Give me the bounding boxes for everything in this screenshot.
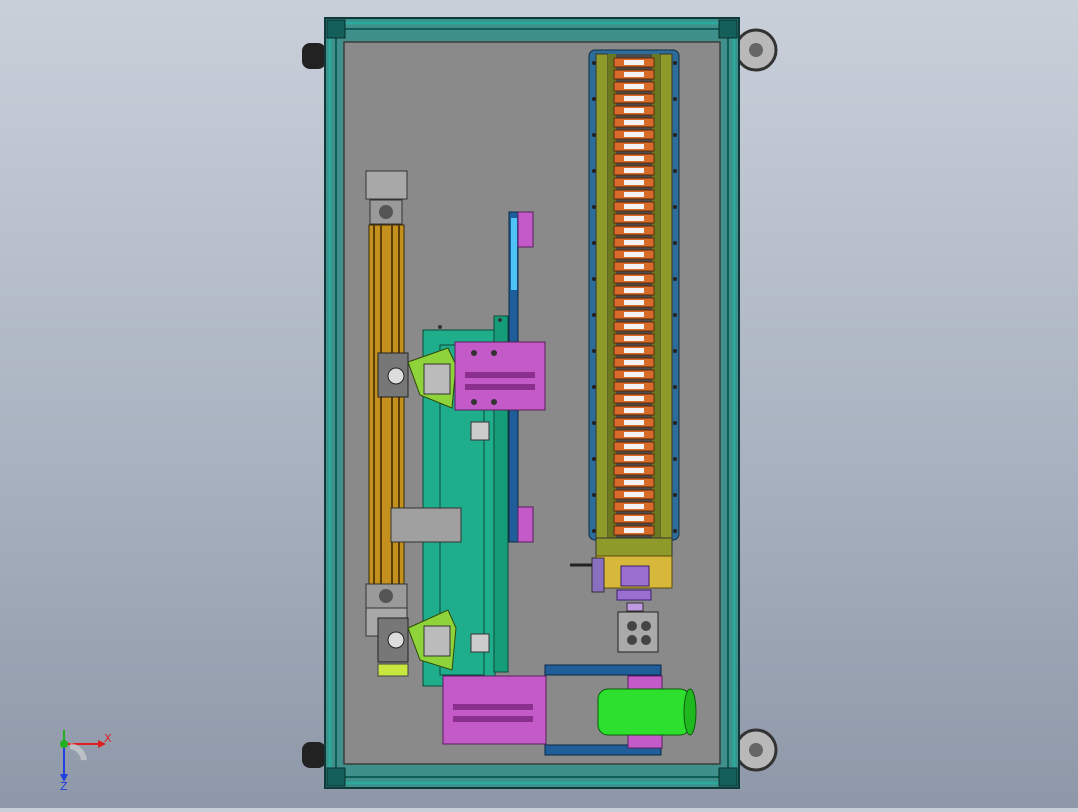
roller-highlight [624,336,644,341]
screw [673,457,677,461]
screw [673,205,677,209]
cad-viewport[interactable]: X Z [0,0,1078,808]
roller-highlight [624,396,644,401]
roller-highlight [624,288,644,293]
roller-highlight [624,300,644,305]
roller-highlight [624,264,644,269]
roller-highlight [624,276,644,281]
roller-highlight [624,180,644,185]
roller-highlight [624,324,644,329]
roller-highlight [624,468,644,473]
screw [592,457,596,461]
screw [673,421,677,425]
screw [592,385,596,389]
roller-highlight [624,192,644,197]
screw [592,169,596,173]
roller-highlight [624,492,644,497]
screw [592,349,596,353]
roller-highlight [624,408,644,413]
roller-highlight [624,72,644,77]
screw [673,169,677,173]
screw [673,385,677,389]
roller-highlight [624,432,644,437]
roller-highlight [624,228,644,233]
screw [592,421,596,425]
screw [673,133,677,137]
roller-conveyor [588,49,680,541]
triad-icon: X Z [60,730,112,793]
roller-highlight [624,156,644,161]
screw [592,493,596,497]
screw [592,97,596,101]
screw [592,529,596,533]
screw [592,277,596,281]
roller-highlight [624,60,644,65]
screw [673,529,677,533]
screw [592,313,596,317]
screw [592,205,596,209]
roller-highlight [624,312,644,317]
roller-highlight [624,84,644,89]
cad-model [302,17,778,789]
screw [673,97,677,101]
screw [592,241,596,245]
roller-highlight [624,120,644,125]
screw [673,493,677,497]
linear-rail [365,170,408,637]
roller-highlight [624,456,644,461]
roller-highlight [624,240,644,245]
roller-highlight [624,132,644,137]
roller-highlight [624,528,644,533]
roller-highlight [624,96,644,101]
roller-highlight [624,216,644,221]
roller-highlight [624,204,644,209]
roller-highlight [624,108,644,113]
roller-highlight [624,360,644,365]
roller-highlight [624,348,644,353]
roller-highlight [624,444,644,449]
roller-highlight [624,252,644,257]
screw [673,349,677,353]
roller-highlight [624,516,644,521]
triad-x-label: X [104,732,112,745]
roller-highlight [624,168,644,173]
roller-highlight [624,420,644,425]
roller-highlight [624,384,644,389]
screw [673,61,677,65]
screw [673,241,677,245]
screw [673,313,677,317]
screw [592,133,596,137]
screw [592,61,596,65]
roller-highlight [624,504,644,509]
screw [673,277,677,281]
roller-highlight [624,144,644,149]
roller-highlight [624,372,644,377]
roller-highlight [624,480,644,485]
triad-z-label: Z [60,780,68,793]
